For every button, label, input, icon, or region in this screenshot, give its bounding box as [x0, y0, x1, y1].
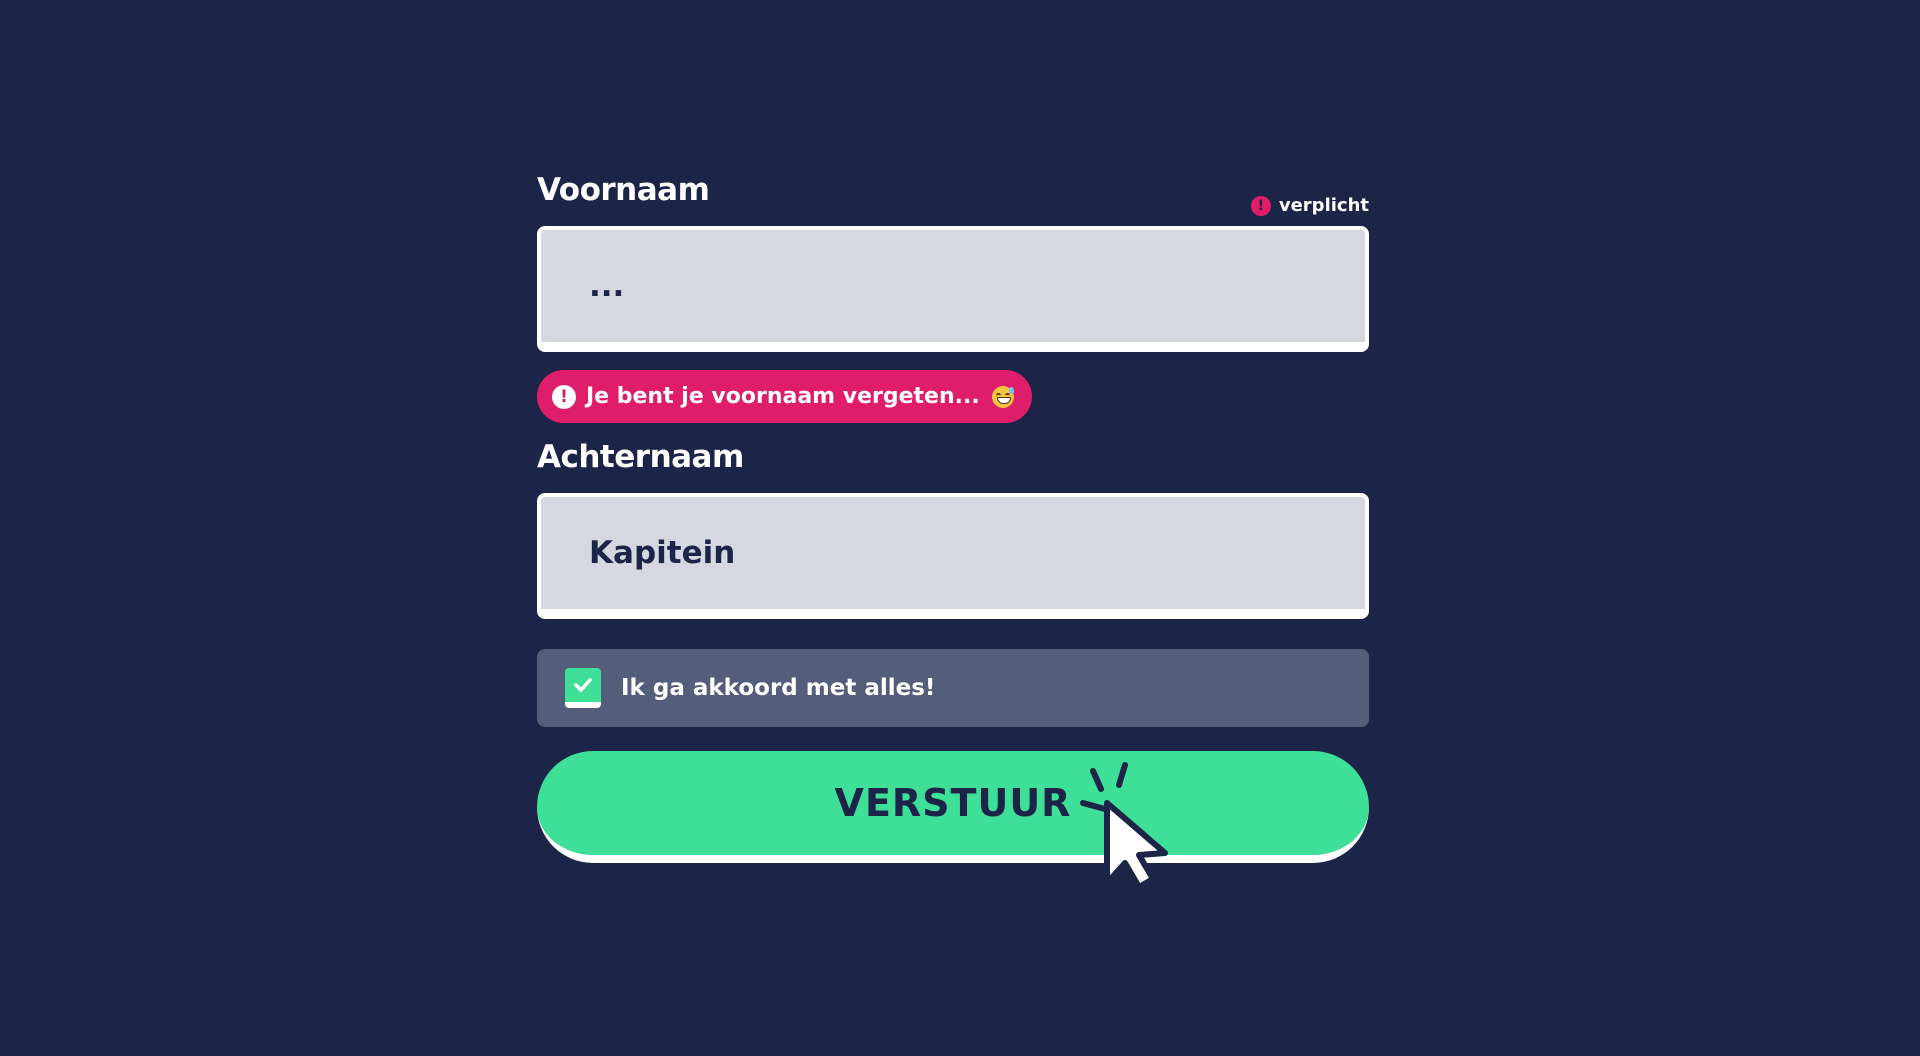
- last-name-input[interactable]: [587, 534, 1365, 572]
- exclamation-icon: !: [1250, 195, 1271, 216]
- first-name-label: Voornaam: [537, 172, 710, 208]
- error-text: Je bent je voornaam vergeten...: [586, 384, 980, 409]
- submit-button[interactable]: VERSTUUR: [537, 751, 1369, 863]
- exclamation-icon: !: [552, 384, 576, 409]
- first-name-label-row: Voornaam ! verplicht: [537, 168, 1369, 218]
- first-name-error-message: ! Je bent je voornaam vergeten...: [537, 370, 1032, 423]
- last-name-label: Achternaam: [537, 439, 744, 475]
- mouse-cursor-click-icon: [1080, 762, 1168, 889]
- checkmark-icon: [574, 678, 592, 692]
- agree-checkbox[interactable]: [565, 668, 601, 708]
- first-name-field-box[interactable]: [537, 226, 1369, 352]
- signup-form: Voornaam ! verplicht ! Je bent je voorna…: [537, 168, 1369, 889]
- grinning-sweat-emoji-icon: [991, 385, 1014, 408]
- first-name-input[interactable]: [587, 267, 1365, 305]
- required-indicator: ! verplicht: [1250, 195, 1369, 216]
- agree-checkbox-row[interactable]: Ik ga akkoord met alles!: [537, 649, 1369, 727]
- agree-checkbox-label: Ik ga akkoord met alles!: [621, 675, 936, 701]
- required-text: verplicht: [1278, 195, 1369, 216]
- last-name-field-box[interactable]: [537, 493, 1369, 619]
- submit-wrap: VERSTUUR: [537, 751, 1369, 889]
- last-name-label-row: Achternaam: [537, 435, 1369, 485]
